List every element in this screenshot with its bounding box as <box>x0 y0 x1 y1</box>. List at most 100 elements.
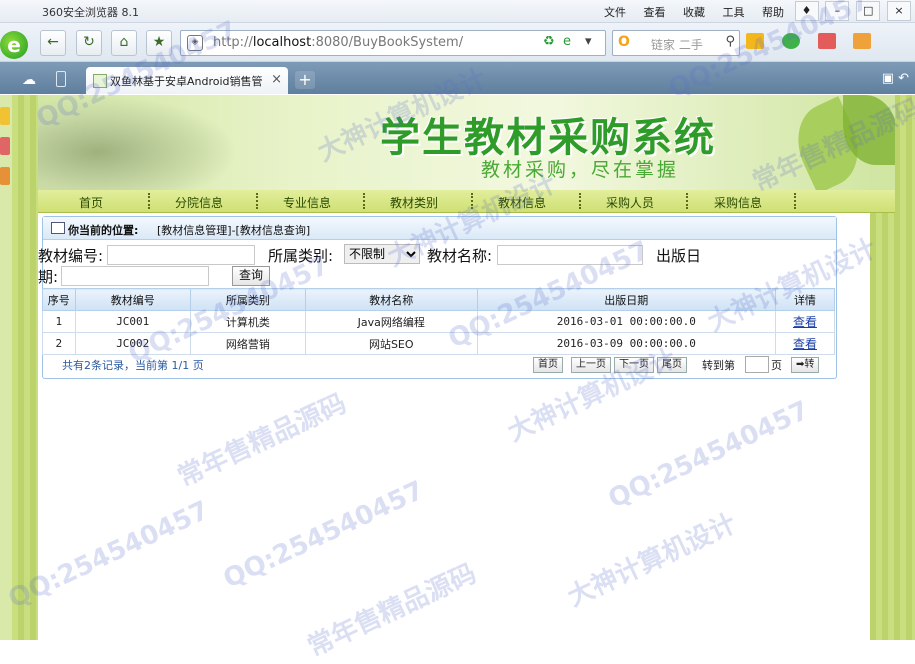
favorite-star-button[interactable]: ★ <box>146 30 172 56</box>
date-label-cont: 期: <box>38 268 59 286</box>
cell-code: JC001 <box>74 310 191 333</box>
nav-separator <box>471 193 474 209</box>
search-icon[interactable]: ⚲ <box>725 34 735 49</box>
nav-book-category[interactable]: 教材类别 <box>390 194 438 211</box>
view-link[interactable]: 查看 <box>793 337 817 351</box>
site-slogan: 教材采购，尽在掌握 <box>481 159 680 181</box>
browser-toolbar: e ← ↻ ⌂ ★ ◈ http://localhost:8080/BuyBoo… <box>0 23 915 62</box>
address-url[interactable]: http://localhost:8080/BuyBookSystem/ <box>213 35 463 50</box>
col-date: 出版日期 <box>476 288 776 311</box>
cell-category: 网络营销 <box>189 332 306 355</box>
nav-separator <box>256 193 259 209</box>
extension-toolbar <box>746 33 885 52</box>
app-title: 360安全浏览器 8.1 <box>42 6 139 19</box>
nav-separator <box>363 193 366 209</box>
new-tab-button[interactable]: + <box>295 71 315 89</box>
location-icon <box>51 222 65 234</box>
go-button[interactable]: ➡转 <box>791 357 820 373</box>
minimize-button[interactable]: – <box>825 1 850 21</box>
back-button[interactable]: ← <box>40 30 66 56</box>
tab-bar: ☁ 双鱼林基于安卓Android销售管 × + ▣ ↶ <box>0 62 915 94</box>
apps-grid-icon[interactable] <box>746 33 764 49</box>
page-suffix: 页 <box>771 359 782 372</box>
security-guard-icon[interactable] <box>781 33 800 49</box>
goto-page-input[interactable] <box>745 356 769 373</box>
address-bar[interactable]: ◈ http://localhost:8080/BuyBookSystem/ ♻… <box>180 30 606 56</box>
close-window-button[interactable]: × <box>887 1 911 21</box>
code-label: 教材编号: <box>38 247 104 265</box>
maximize-button[interactable]: □ <box>856 1 881 21</box>
dropdown-arrow-icon[interactable]: ▾ <box>585 34 592 49</box>
skin-icon[interactable]: ♦ <box>794 1 819 21</box>
search-engine-icon[interactable]: O <box>618 34 630 50</box>
menu-tools[interactable]: 工具 <box>723 6 745 19</box>
search-input[interactable]: 链家 二手 <box>651 36 703 53</box>
next-page-button[interactable]: 下一页 <box>614 357 654 373</box>
cell-no: 1 <box>42 310 76 333</box>
cloud-icon[interactable]: ☁ <box>22 72 36 88</box>
cell-no: 2 <box>42 332 76 355</box>
banner-illustration <box>38 95 238 190</box>
query-button[interactable]: 查询 <box>232 266 271 286</box>
nav-separator <box>794 193 797 209</box>
tab-title: 双鱼林基于安卓Android销售管 <box>110 75 263 88</box>
browser-sidebar <box>0 95 12 640</box>
nav-home[interactable]: 首页 <box>79 194 103 211</box>
name-input[interactable] <box>497 245 643 265</box>
goto-label: 转到第 <box>702 359 735 372</box>
table-header-row: 序号 教材编号 所属类别 教材名称 出版日期 详情 <box>42 288 836 311</box>
main-nav: 首页 分院信息 专业信息 教材类别 教材信息 采购人员 采购信息 <box>38 190 895 213</box>
menu-view[interactable]: 查看 <box>644 6 666 19</box>
category-label: 所属类别: <box>268 247 334 265</box>
nav-buyer[interactable]: 采购人员 <box>606 194 654 211</box>
sidebar-star-icon[interactable] <box>0 107 10 125</box>
cell-date: 2016-03-09 00:00:00.0 <box>476 332 776 355</box>
close-tab-icon[interactable]: × <box>271 72 282 87</box>
menu-file[interactable]: 文件 <box>604 6 626 19</box>
name-label: 教材名称: <box>427 247 493 265</box>
nav-separator <box>148 193 151 209</box>
browser-titlebar: 360安全浏览器 8.1 文件 查看 收藏 工具 帮助 ♦ – □ × <box>0 0 915 23</box>
site-banner: 学生教材采购系统 教材采购，尽在掌握 <box>38 95 895 190</box>
nav-book-info[interactable]: 教材信息 <box>498 194 546 211</box>
date-input[interactable] <box>61 266 209 286</box>
nav-major[interactable]: 专业信息 <box>283 194 331 211</box>
col-name: 教材名称 <box>304 288 478 311</box>
plugin-icon[interactable] <box>853 33 872 49</box>
window-controls: ♦ – □ × <box>792 1 911 21</box>
browser-menu: 文件 查看 收藏 工具 帮助 <box>604 4 798 20</box>
cell-name: Java网络编程 <box>304 310 478 333</box>
tab-active[interactable]: 双鱼林基于安卓Android销售管 × <box>86 67 288 94</box>
col-code: 教材编号 <box>74 288 191 311</box>
page-body: 学生教材采购系统 教材采购，尽在掌握 首页 分院信息 专业信息 教材类别 教材信… <box>38 95 895 640</box>
ie-mode-icon[interactable]: e <box>563 34 571 49</box>
code-input[interactable] <box>107 245 255 265</box>
cell-code: JC002 <box>74 332 191 355</box>
view-link[interactable]: 查看 <box>793 315 817 329</box>
last-page-button[interactable]: 尾页 <box>657 357 687 373</box>
recycle-icon[interactable]: ♻ <box>543 34 555 49</box>
menu-help[interactable]: 帮助 <box>762 6 784 19</box>
tab-list-icon[interactable]: ▣ ↶ <box>882 71 909 86</box>
search-box[interactable]: O 链家 二手 ⚲ <box>612 30 740 56</box>
col-category: 所属类别 <box>189 288 306 311</box>
adblock-icon[interactable] <box>817 33 836 49</box>
category-select[interactable]: 不限制 <box>344 244 420 264</box>
sidebar-ad-icon[interactable] <box>0 167 10 185</box>
home-button[interactable]: ⌂ <box>111 30 137 56</box>
cell-name: 网站SEO <box>304 332 478 355</box>
location-label: 你当前的位置: <box>68 224 139 237</box>
nav-separator <box>686 193 689 209</box>
sidebar-weibo-icon[interactable] <box>0 137 10 155</box>
first-page-button[interactable]: 首页 <box>533 357 563 373</box>
prev-page-button[interactable]: 上一页 <box>571 357 611 373</box>
nav-purchase[interactable]: 采购信息 <box>714 194 762 211</box>
pagination: 共有2条记录，当前第 1/1 页 首页 上一页 下一页 尾页 转到第 页 ➡转 <box>42 353 835 375</box>
mobile-icon[interactable] <box>56 71 66 87</box>
nav-college[interactable]: 分院信息 <box>175 194 223 211</box>
menu-favorites[interactable]: 收藏 <box>683 6 705 19</box>
favicon-icon <box>93 74 107 88</box>
refresh-button[interactable]: ↻ <box>76 30 102 56</box>
cell-category: 计算机类 <box>189 310 306 333</box>
security-shield-icon: ◈ <box>187 35 203 51</box>
